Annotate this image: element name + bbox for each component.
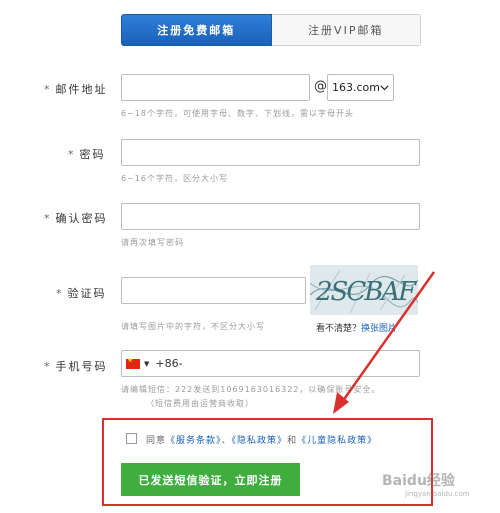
annotation-arrow-icon (333, 271, 436, 414)
watermark: Baidu经验 (382, 473, 455, 489)
watermark-url: jingyan.baidu.com (405, 490, 470, 498)
